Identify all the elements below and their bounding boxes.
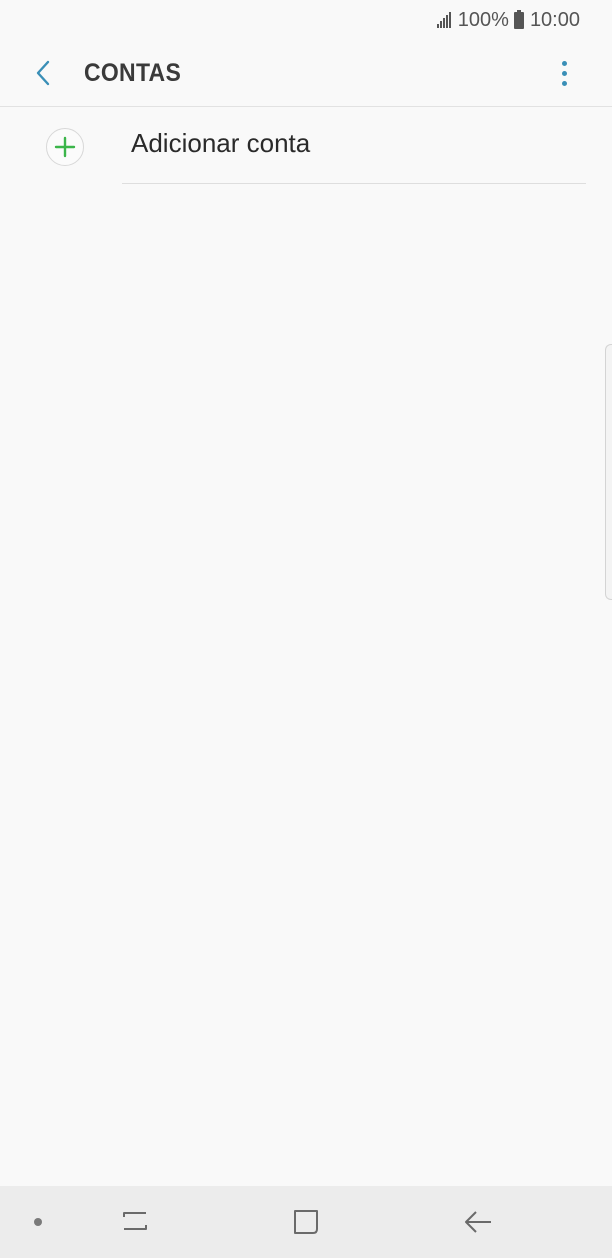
back-nav-button[interactable] xyxy=(454,1200,502,1244)
add-account-label: Adicionar conta xyxy=(131,128,311,158)
add-account-item[interactable]: Adicionar conta xyxy=(0,108,612,184)
back-arrow-icon xyxy=(465,1211,491,1233)
page-title: CONTAS xyxy=(84,58,182,87)
home-button[interactable] xyxy=(282,1200,330,1244)
more-options-button[interactable] xyxy=(540,43,588,103)
recents-icon xyxy=(123,1212,147,1230)
pin-dot-icon[interactable] xyxy=(34,1218,42,1226)
signal-icon xyxy=(436,12,452,28)
chevron-left-icon xyxy=(36,60,50,86)
add-icon xyxy=(46,128,84,166)
navigation-bar xyxy=(0,1186,612,1258)
app-bar: CONTAS xyxy=(0,40,612,107)
divider xyxy=(122,183,586,184)
clock: 10:00 xyxy=(529,8,580,31)
status-bar: 100% 10:00 xyxy=(0,0,612,40)
battery-icon xyxy=(513,9,524,29)
edge-panel-handle[interactable] xyxy=(605,344,612,600)
more-vert-icon xyxy=(561,60,567,66)
recents-button[interactable] xyxy=(111,1200,159,1244)
home-icon xyxy=(294,1210,318,1234)
back-button[interactable] xyxy=(14,43,74,103)
battery-percentage: 100% xyxy=(457,8,509,31)
screen: 100% 10:00 CONTAS Adicionar conta xyxy=(0,0,612,1258)
